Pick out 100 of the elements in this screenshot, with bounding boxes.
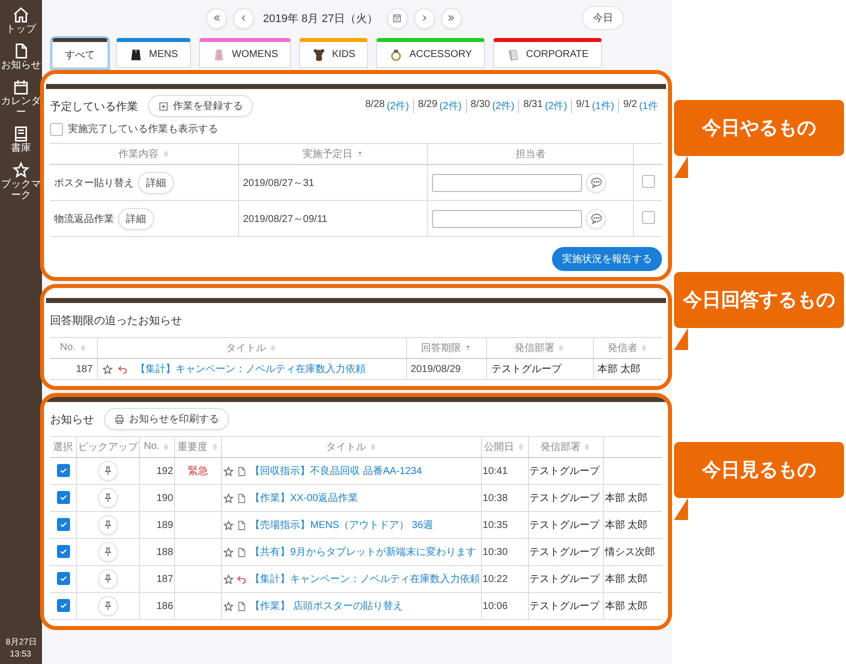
pin-button[interactable]: [98, 461, 118, 481]
sort-icon[interactable]: [78, 344, 87, 352]
checkbox[interactable]: [56, 490, 70, 504]
column-header[interactable]: ピックアップ: [76, 436, 140, 458]
star-icon[interactable]: [223, 546, 234, 558]
pushpin-icon: [102, 600, 114, 612]
sidebar-item[interactable]: 書庫: [0, 123, 42, 156]
task-count-link[interactable]: (1件): [592, 99, 614, 113]
star-icon[interactable]: [223, 574, 234, 584]
star-icon[interactable]: [102, 364, 113, 374]
pin-button[interactable]: [98, 542, 118, 562]
calendar-button[interactable]: [386, 8, 408, 28]
section-title: 予定している作業: [50, 100, 138, 114]
category-tab[interactable]: WOMENS: [198, 38, 292, 68]
assignee-field[interactable]: [432, 174, 582, 192]
sort-icon[interactable]: [162, 442, 170, 451]
sort-icon[interactable]: [583, 443, 592, 451]
category-tab[interactable]: MENS: [116, 38, 191, 68]
notice-title-link[interactable]: 【回収指示】不良品回収 品番AA-1234: [250, 464, 422, 478]
notice-title-link[interactable]: 【集計】キャンペーン：ノベルティ在庫数入力依頼: [136, 362, 366, 376]
column-header[interactable]: 実施予定日: [238, 144, 428, 164]
checkbox[interactable]: [642, 174, 654, 188]
column-header[interactable]: 回答期限: [406, 338, 487, 358]
pin-button[interactable]: [98, 569, 118, 589]
notice-title-link[interactable]: 【作業】XX-00返品作業: [250, 491, 358, 505]
sort-icon[interactable]: [464, 344, 472, 352]
pin-button[interactable]: [98, 488, 118, 508]
checkbox[interactable]: [642, 210, 654, 224]
task-count-link[interactable]: (2件): [544, 99, 568, 113]
star-icon[interactable]: [223, 492, 234, 504]
print-notices-button[interactable]: お知らせを印刷する: [104, 408, 229, 430]
task-count-link[interactable]: (2件): [492, 99, 514, 113]
checkbox[interactable]: [56, 544, 70, 558]
sort-icon[interactable]: [557, 344, 566, 352]
star-icon[interactable]: [223, 466, 234, 476]
assignee-field[interactable]: [432, 210, 582, 228]
category-tab[interactable]: すべて: [52, 38, 108, 68]
comment-button[interactable]: [586, 208, 606, 228]
sidebar-item[interactable]: トップ: [0, 4, 42, 37]
category-tab[interactable]: ACCESSORY: [376, 38, 485, 68]
checkbox[interactable]: [56, 518, 70, 530]
sort-icon[interactable]: [356, 150, 364, 158]
column-header[interactable]: 重要度: [174, 436, 222, 458]
column-header[interactable]: タイトル: [222, 436, 482, 458]
double-right-chevron-button[interactable]: [440, 8, 462, 28]
star-icon[interactable]: [223, 600, 234, 612]
column-header[interactable]: 発信者: [593, 338, 662, 358]
sidebar-item[interactable]: カレンダー: [0, 76, 42, 120]
column-header[interactable]: 発信部署: [528, 436, 604, 458]
sort-icon[interactable]: [210, 443, 219, 451]
notice-title-link[interactable]: 【共有】9月からタブレットが新端末に変わります: [250, 545, 476, 559]
detail-button[interactable]: 詳細: [118, 208, 154, 230]
sort-icon[interactable]: [162, 150, 170, 158]
column-header[interactable]: No.: [140, 436, 175, 458]
pin-button[interactable]: [98, 515, 118, 535]
column-header[interactable]: 公開日: [481, 436, 528, 458]
notice-title-link[interactable]: 【作業】 店頭ポスターの貼り替え: [250, 599, 404, 613]
sidebar-item[interactable]: お知らせ: [0, 40, 42, 73]
table-cell: 10:22: [481, 566, 528, 592]
pin-button[interactable]: [98, 596, 118, 616]
double-left-chevron-button[interactable]: [206, 8, 227, 28]
star-icon[interactable]: [223, 520, 234, 530]
table-cell: 189: [140, 512, 175, 538]
sort-icon[interactable]: [640, 344, 648, 352]
column-header[interactable]: 選択: [50, 436, 77, 458]
checkbox[interactable]: [56, 464, 70, 476]
table-cell: 本部 太郎: [603, 484, 662, 512]
table-cell: 188: [140, 538, 175, 566]
category-tab[interactable]: KIDS: [299, 38, 368, 68]
today-button[interactable]: 今日: [582, 6, 624, 30]
task-period: 2019/08/27～09/11: [243, 214, 328, 224]
table-cell: 10:30: [481, 538, 528, 566]
detail-button[interactable]: 詳細: [138, 172, 174, 194]
sidebar-date: 8月27日: [5, 636, 37, 648]
checkbox[interactable]: [50, 122, 63, 136]
table-cell: テストグループ: [528, 566, 604, 592]
checkbox-label: 実施完了している作業も表示する: [68, 122, 218, 136]
current-date: 2019年 8月 27日（火）: [263, 12, 378, 26]
sort-icon[interactable]: [368, 443, 377, 451]
checkbox[interactable]: [56, 598, 70, 612]
task-count-link[interactable]: (2件): [386, 99, 409, 113]
sort-icon[interactable]: [269, 344, 278, 352]
sort-icon[interactable]: [517, 443, 526, 451]
notice-title-link[interactable]: 【集計】キャンペーン：ノベルティ在庫数入力依頼: [250, 572, 480, 586]
column-header[interactable]: 作業内容: [50, 144, 238, 164]
column-header[interactable]: No.: [50, 338, 98, 358]
task-count-link[interactable]: (1件: [639, 99, 658, 113]
checkbox[interactable]: [56, 572, 70, 584]
task-count-link[interactable]: (2件): [439, 99, 462, 113]
column-header[interactable]: 担当者: [428, 144, 634, 164]
register-task-button[interactable]: 作業を登録する: [148, 95, 253, 117]
column-header[interactable]: 発信部署: [486, 338, 594, 358]
notice-title-link[interactable]: 【売場指示】MENS（アウトドア） 36週: [250, 518, 434, 532]
table-cell: テストグループ: [528, 592, 604, 620]
task-period: 2019/08/27～31: [243, 178, 314, 188]
sidebar-item[interactable]: ブックマーク: [0, 159, 42, 203]
column-header[interactable]: タイトル: [97, 338, 406, 358]
report-status-button[interactable]: 実施状況を報告する: [552, 247, 662, 271]
comment-button[interactable]: [586, 172, 606, 192]
category-tab[interactable]: CORPORATE: [492, 38, 602, 68]
